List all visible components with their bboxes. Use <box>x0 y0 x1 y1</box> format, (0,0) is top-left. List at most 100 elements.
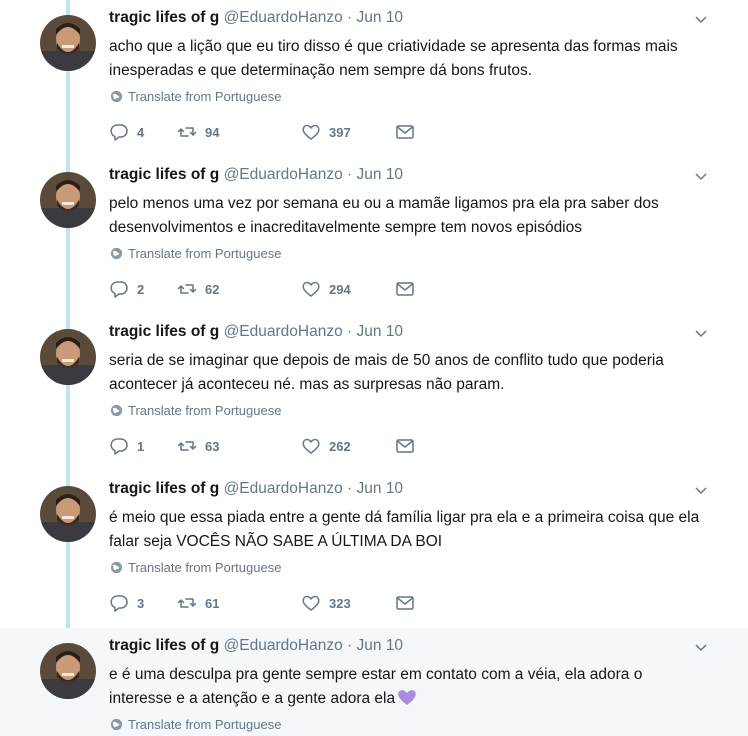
separator: · <box>347 637 353 654</box>
tweet-text: pelo menos uma vez por semana eu ou a ma… <box>109 195 659 236</box>
reply-icon <box>110 124 128 141</box>
dm-button[interactable] <box>395 279 415 299</box>
envelope-icon <box>396 596 414 610</box>
like-count: 323 <box>329 595 351 611</box>
dm-button[interactable] <box>395 122 415 142</box>
avatar[interactable] <box>40 172 96 228</box>
reply-button[interactable]: 2 <box>109 279 144 299</box>
author-handle[interactable]: @EduardoHanzo <box>224 166 343 183</box>
author-handle[interactable]: @EduardoHanzo <box>224 637 343 654</box>
reply-button[interactable]: 3 <box>109 593 144 613</box>
translate-label: Translate from Portuguese <box>128 89 282 104</box>
tweet[interactable]: tragic lifes of g @EduardoHanzo · Jun 10… <box>0 0 748 157</box>
separator: · <box>347 166 353 183</box>
author-handle[interactable]: @EduardoHanzo <box>224 9 343 26</box>
translate-label: Translate from Portuguese <box>128 403 282 418</box>
retweet-button[interactable]: 61 <box>177 593 219 613</box>
tweet-header: tragic lifes of g @EduardoHanzo · Jun 10 <box>109 166 403 184</box>
globe-icon <box>110 90 123 103</box>
avatar[interactable] <box>40 15 96 71</box>
separator: · <box>347 323 353 340</box>
tweet-header: tragic lifes of g @EduardoHanzo · Jun 10 <box>109 323 403 341</box>
author-name[interactable]: tragic lifes of g <box>109 9 219 26</box>
chevron-down-icon[interactable] <box>694 640 708 654</box>
reply-button[interactable]: 4 <box>109 122 144 142</box>
tweet-header: tragic lifes of g @EduardoHanzo · Jun 10 <box>109 9 403 27</box>
heart-icon <box>302 595 320 611</box>
dm-button[interactable] <box>395 436 415 456</box>
reply-count: 3 <box>137 595 145 611</box>
translate-link[interactable]: Translate from Portuguese <box>110 560 281 575</box>
translate-label: Translate from Portuguese <box>128 560 282 575</box>
translate-link[interactable]: Translate from Portuguese <box>110 89 281 104</box>
globe-icon <box>110 561 123 574</box>
globe-icon <box>110 404 123 417</box>
tweet-actions: 1 63 262 <box>109 436 439 456</box>
avatar[interactable] <box>40 329 96 385</box>
retweet-count: 62 <box>205 281 220 297</box>
reply-count: 1 <box>137 438 145 454</box>
like-button[interactable]: 397 <box>301 122 351 142</box>
chevron-down-icon[interactable] <box>694 12 708 26</box>
globe-icon <box>110 718 123 731</box>
author-name[interactable]: tragic lifes of g <box>109 166 219 183</box>
tweet-text: é meio que essa piada entre a gente dá f… <box>109 509 700 550</box>
retweet-count: 94 <box>205 124 220 140</box>
tweet-actions: 3 61 323 <box>109 593 439 613</box>
like-button[interactable]: 294 <box>301 279 351 299</box>
reply-button[interactable]: 1 <box>109 436 144 456</box>
like-count: 397 <box>329 124 351 140</box>
tweet-actions: 4 94 397 <box>109 122 439 142</box>
reply-icon <box>110 438 128 455</box>
tweet-date[interactable]: Jun 10 <box>357 9 404 26</box>
tweet[interactable]: tragic lifes of g @EduardoHanzo · Jun 10… <box>0 628 748 736</box>
separator: · <box>347 9 353 26</box>
reply-icon <box>110 281 128 298</box>
author-handle[interactable]: @EduardoHanzo <box>224 323 343 340</box>
chevron-down-icon[interactable] <box>694 483 708 497</box>
heart-icon <box>302 438 320 454</box>
tweet-text: acho que a lição que eu tiro disso é que… <box>109 38 678 79</box>
tweet-date[interactable]: Jun 10 <box>357 166 404 183</box>
separator: · <box>347 480 353 497</box>
avatar[interactable] <box>40 486 96 542</box>
retweet-button[interactable]: 63 <box>177 436 219 456</box>
like-count: 262 <box>329 438 351 454</box>
tweet-date[interactable]: Jun 10 <box>357 323 404 340</box>
tweet-actions: 2 62 294 <box>109 279 439 299</box>
retweet-count: 61 <box>205 595 220 611</box>
tweet[interactable]: tragic lifes of g @EduardoHanzo · Jun 10… <box>0 314 748 471</box>
retweet-icon <box>177 598 197 608</box>
reply-count: 2 <box>137 281 145 297</box>
translate-link[interactable]: Translate from Portuguese <box>110 403 281 418</box>
author-name[interactable]: tragic lifes of g <box>109 480 219 497</box>
chevron-down-icon[interactable] <box>694 326 708 340</box>
envelope-icon <box>396 282 414 296</box>
tweet-header: tragic lifes of g @EduardoHanzo · Jun 10 <box>109 637 403 655</box>
avatar[interactable] <box>40 643 96 699</box>
retweet-button[interactable]: 62 <box>177 279 219 299</box>
tweet-text: e é uma desculpa pra gente sempre estar … <box>109 663 709 711</box>
retweet-button[interactable]: 94 <box>177 122 219 142</box>
translate-link[interactable]: Translate from Portuguese <box>110 717 281 732</box>
tweet[interactable]: tragic lifes of g @EduardoHanzo · Jun 10… <box>0 471 748 628</box>
globe-icon <box>110 247 123 260</box>
translate-link[interactable]: Translate from Portuguese <box>110 246 281 261</box>
tweet-header: tragic lifes of g @EduardoHanzo · Jun 10 <box>109 480 403 498</box>
reply-count: 4 <box>137 124 145 140</box>
envelope-icon <box>396 125 414 139</box>
tweet[interactable]: tragic lifes of g @EduardoHanzo · Jun 10… <box>0 157 748 314</box>
tweet-text: seria de se imaginar que depois de mais … <box>109 352 664 393</box>
chevron-down-icon[interactable] <box>694 169 708 183</box>
tweet-date[interactable]: Jun 10 <box>357 637 404 654</box>
tweet-text-content: e é uma desculpa pra gente sempre estar … <box>109 666 643 707</box>
dm-button[interactable] <box>395 593 415 613</box>
heart-icon <box>302 124 320 140</box>
author-name[interactable]: tragic lifes of g <box>109 323 219 340</box>
like-button[interactable]: 262 <box>301 436 351 456</box>
purple-heart-icon <box>398 690 416 705</box>
author-handle[interactable]: @EduardoHanzo <box>224 480 343 497</box>
author-name[interactable]: tragic lifes of g <box>109 637 219 654</box>
tweet-date[interactable]: Jun 10 <box>357 480 404 497</box>
like-button[interactable]: 323 <box>301 593 351 613</box>
